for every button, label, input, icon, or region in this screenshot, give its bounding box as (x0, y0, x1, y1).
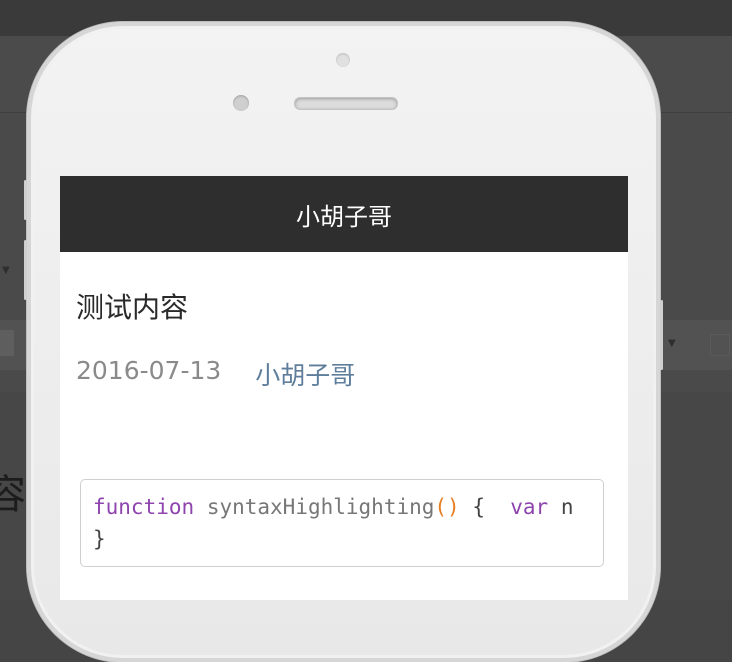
background-select-caret-icon: ▼ (668, 338, 676, 349)
code-keyword-function: function (93, 495, 195, 519)
article-title: 测试内容 (76, 291, 189, 324)
phone-volume-up-button (24, 240, 27, 300)
code-parens: () (434, 495, 460, 519)
earpiece-speaker-icon (294, 97, 398, 110)
code-open-brace: { (459, 495, 511, 519)
code-block[interactable]: function syntaxHighlighting() { var n } (80, 479, 604, 567)
article-content: 测试内容 2016-07-13 小胡子哥 (60, 286, 628, 392)
background-dropdown-caret-icon: ▼ (2, 265, 10, 276)
code-var-rest: n (548, 495, 574, 519)
code-close-brace: } (93, 527, 106, 551)
code-keyword-var: var (510, 495, 549, 519)
proximity-sensor-icon (336, 53, 350, 67)
background-left-chip (0, 330, 14, 356)
article-meta: 2016-07-13 小胡子哥 (76, 356, 612, 392)
code-function-name: syntaxHighlighting (206, 495, 435, 519)
article-date: 2016-07-13 (76, 356, 222, 385)
phone-screen: 小胡子哥 测试内容 2016-07-13 小胡子哥 function synta… (60, 176, 628, 600)
background-partial-text: 容 (0, 472, 26, 518)
phone-power-button (660, 300, 663, 370)
article-author-link[interactable]: 小胡子哥 (255, 356, 355, 392)
phone-mute-switch (24, 180, 27, 220)
nav-title: 小胡子哥 (296, 202, 392, 231)
background-right-chip (710, 334, 730, 356)
front-camera-icon (233, 95, 249, 111)
mobile-nav-bar: 小胡子哥 (60, 176, 628, 252)
